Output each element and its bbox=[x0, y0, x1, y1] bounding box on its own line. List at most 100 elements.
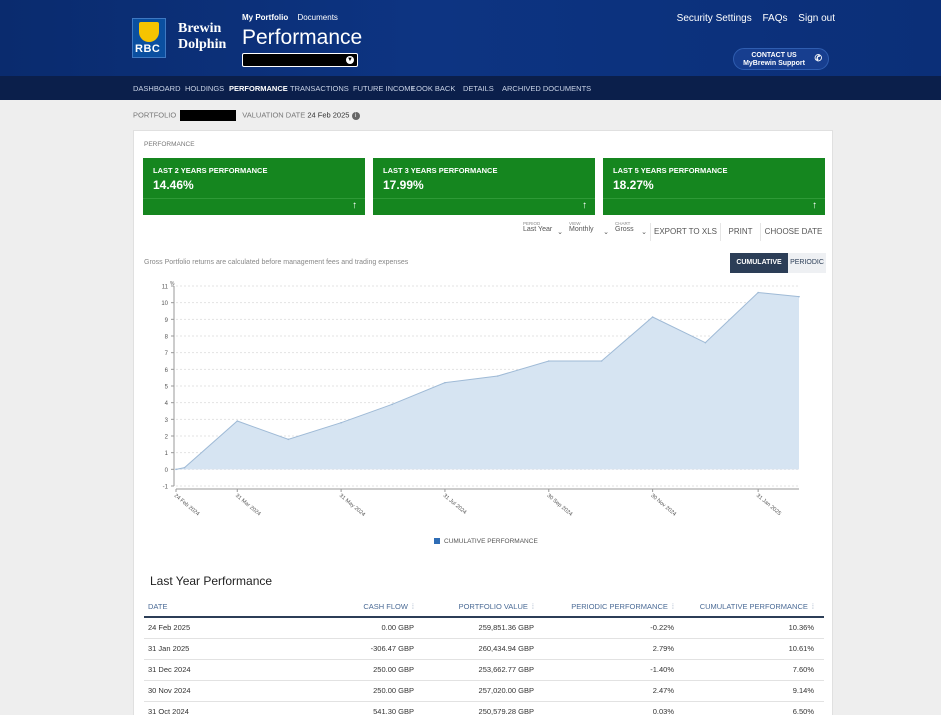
table-cell: 30 Nov 2024 bbox=[144, 680, 344, 702]
y-tick-label: 8 bbox=[165, 335, 169, 341]
data-point bbox=[175, 468, 177, 471]
page-title: Performance bbox=[242, 26, 363, 49]
period-select[interactable]: PERIOD Last Year ⌄ bbox=[523, 221, 563, 243]
contact-us-button[interactable]: CONTACT US MyBrewin Support ✆ bbox=[733, 48, 829, 70]
data-point bbox=[547, 360, 550, 362]
perf-box-value: 17.99% bbox=[383, 178, 424, 192]
valuation-date: 24 Feb 2025 bbox=[307, 110, 350, 120]
data-point bbox=[704, 341, 707, 344]
col-date[interactable]: DATE bbox=[144, 597, 344, 618]
section-label: PERFORMANCE bbox=[144, 141, 195, 148]
faqs-link[interactable]: FAQs bbox=[763, 13, 788, 24]
col-portfolio-value[interactable]: PORTFOLIO VALUE ⁞ bbox=[424, 597, 544, 618]
view-select[interactable]: VIEW Monthly ⌄ bbox=[569, 221, 609, 243]
table-cell: 260,434.94 GBP bbox=[424, 638, 544, 660]
performance-card: PERFORMANCE LAST 2 YEARS PERFORMANCE 14.… bbox=[133, 130, 833, 715]
print-button[interactable]: PRINT bbox=[720, 223, 760, 241]
documents-link[interactable]: Documents bbox=[297, 13, 337, 22]
choose-date-button[interactable]: CHOOSE DATE bbox=[760, 223, 826, 241]
valuation-label: VALUATION DATE bbox=[242, 110, 306, 120]
nav-holdings[interactable]: HOLDINGS bbox=[185, 84, 224, 93]
site-header: RBC Brewin Dolphin My Portfolio Document… bbox=[0, 0, 941, 76]
table-cell: 253,662.77 GBP bbox=[424, 659, 544, 681]
divider bbox=[603, 198, 825, 199]
security-settings-link[interactable]: Security Settings bbox=[677, 13, 752, 24]
y-tick-label: 9 bbox=[165, 318, 169, 324]
table-cell: 31 Oct 2024 bbox=[144, 701, 344, 715]
y-tick-label: 1 bbox=[165, 451, 169, 457]
chart-select[interactable]: CHART Gross ⌄ bbox=[615, 221, 647, 243]
rbc-logo[interactable]: RBC bbox=[132, 18, 166, 58]
perf-box-2y: LAST 2 YEARS PERFORMANCE 14.46% ↑ bbox=[143, 158, 365, 215]
y-tick-label: 3 bbox=[165, 418, 169, 424]
y-unit-label: % bbox=[170, 281, 175, 287]
data-point bbox=[798, 295, 800, 298]
contact-support-label: MyBrewin Support bbox=[743, 60, 805, 67]
table-cell: 31 Dec 2024 bbox=[144, 659, 344, 681]
portfolio-select[interactable]: ▼ bbox=[242, 53, 358, 67]
x-tick-label: 31 Jul 2024 bbox=[442, 493, 468, 516]
data-point bbox=[391, 403, 393, 406]
arrow-up-icon: ↑ bbox=[812, 200, 817, 211]
x-tick-label: 30 Nov 2024 bbox=[649, 493, 677, 518]
performance-table: DATE CASH FLOW ⁞ PORTFOLIO VALUE ⁞ PERIODI… bbox=[144, 597, 824, 715]
data-point bbox=[496, 375, 499, 377]
col-cash-flow-label: CASH FLOW bbox=[363, 602, 408, 611]
brand-name: Brewin Dolphin bbox=[178, 22, 226, 52]
nav-look-back[interactable]: LOOK BACK bbox=[412, 84, 455, 93]
table-row: 31 Oct 2024 541.30 GBP 250,579.28 GBP 0.03%… bbox=[144, 701, 824, 715]
y-tick-label: 2 bbox=[165, 435, 169, 441]
col-cash-flow[interactable]: CASH FLOW ⁞ bbox=[344, 597, 424, 618]
table-cell: 541.30 GBP bbox=[344, 701, 424, 715]
nav-future-income[interactable]: FUTURE INCOME bbox=[353, 84, 416, 93]
sign-out-link[interactable]: Sign out bbox=[798, 13, 835, 24]
brand-line-1: Brewin bbox=[178, 21, 222, 36]
divider bbox=[143, 198, 365, 199]
my-portfolio-link[interactable]: My Portfolio bbox=[242, 13, 288, 22]
table-cell: 9.14% bbox=[684, 680, 824, 702]
table-cell: 0.00 GBP bbox=[344, 617, 424, 639]
table-cell: 10.61% bbox=[684, 638, 824, 660]
perf-box-label: LAST 2 YEARS PERFORMANCE bbox=[153, 166, 268, 175]
cumulative-toggle[interactable]: CUMULATIVE bbox=[730, 253, 788, 273]
export-xls-button[interactable]: EXPORT TO XLS bbox=[650, 223, 720, 241]
legend-label: CUMULATIVE PERFORMANCE bbox=[444, 538, 538, 545]
y-tick-label: 10 bbox=[161, 301, 168, 307]
col-cumulative[interactable]: CUMULATIVE PERFORMANCE ⁞ bbox=[684, 597, 824, 618]
nav-details[interactable]: DETAILS bbox=[463, 84, 494, 93]
arrow-up-icon: ↑ bbox=[352, 200, 357, 211]
data-point bbox=[757, 291, 759, 294]
arrow-up-icon: ↑ bbox=[582, 200, 587, 211]
periodic-toggle[interactable]: PERIODIC bbox=[788, 253, 826, 273]
chart-legend[interactable]: CUMULATIVE PERFORMANCE bbox=[434, 538, 538, 545]
table-row: 24 Feb 2025 0.00 GBP 259,851.36 GBP -0.22% 1… bbox=[144, 617, 824, 639]
portfolio-label: PORTFOLIO bbox=[133, 110, 177, 120]
y-tick-label: 7 bbox=[165, 351, 169, 357]
data-point bbox=[651, 316, 654, 318]
nav-transactions[interactable]: TRANSACTIONS bbox=[290, 84, 349, 93]
portfolio-info: PORTFOLIO VALUATION DATE 24 Feb 2025 i bbox=[133, 110, 360, 121]
x-tick-label: 31 Mar 2024 bbox=[234, 493, 262, 517]
col-cumulative-label: CUMULATIVE PERFORMANCE bbox=[699, 602, 808, 611]
y-tick-label: 4 bbox=[165, 401, 169, 407]
perf-box-value: 18.27% bbox=[613, 178, 654, 192]
data-point bbox=[340, 421, 342, 424]
chevron-down-icon: ⌄ bbox=[603, 229, 609, 236]
sort-icon: ⁞ bbox=[671, 602, 674, 611]
info-icon[interactable]: i bbox=[351, 112, 360, 121]
table-cell: 2.47% bbox=[544, 680, 684, 702]
nav-performance[interactable]: PERFORMANCE bbox=[229, 84, 288, 93]
contact-us-label: CONTACT US bbox=[751, 52, 797, 59]
table-row: 31 Dec 2024 250.00 GBP 253,662.77 GBP -1.40… bbox=[144, 659, 824, 681]
y-tick-label: 5 bbox=[165, 385, 169, 391]
performance-chart: -1 0 1 2 3 4 5 6 7 8 9 10 11% 24 Feb 2024 31 Mar 2024 3… bbox=[161, 281, 800, 518]
lion-shield-icon bbox=[139, 22, 159, 42]
table-cell: 250.00 GBP bbox=[344, 659, 424, 681]
nav-dashboard[interactable]: DASHBOARD bbox=[133, 84, 181, 93]
perf-box-label: LAST 5 YEARS PERFORMANCE bbox=[613, 166, 728, 175]
col-periodic[interactable]: PERIODIC PERFORMANCE ⁞ bbox=[544, 597, 684, 618]
nav-archived-documents[interactable]: ARCHIVED DOCUMENTS bbox=[502, 84, 591, 93]
chevron-down-icon: ⌄ bbox=[557, 229, 563, 236]
table-row: 31 Jan 2025 -306.47 GBP 260,434.94 GBP 2.79… bbox=[144, 638, 824, 660]
data-point bbox=[236, 420, 239, 422]
